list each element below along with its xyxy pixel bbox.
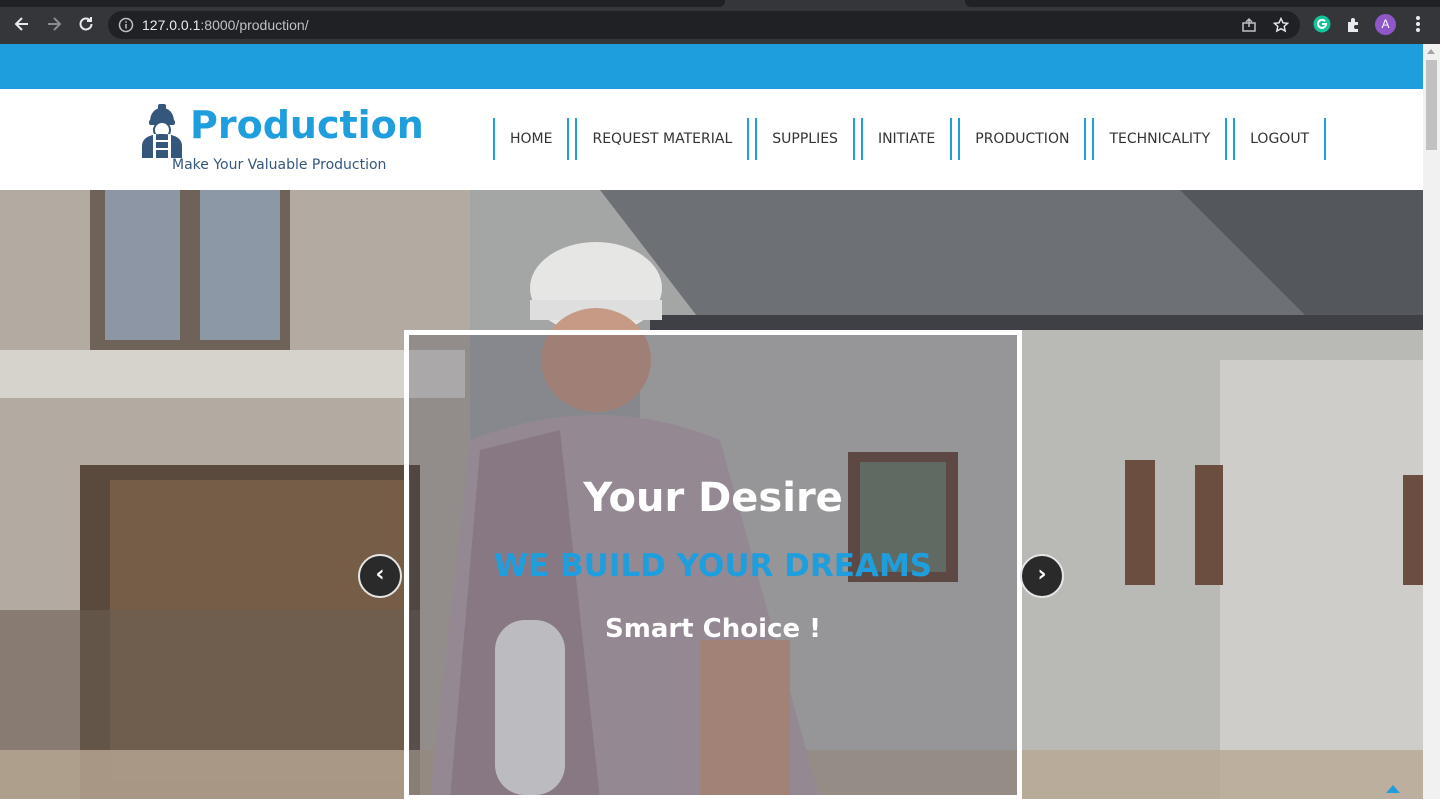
back-arrow-icon[interactable] bbox=[12, 14, 32, 34]
grammarly-icon[interactable] bbox=[1313, 15, 1331, 33]
profile-avatar[interactable]: A bbox=[1375, 14, 1396, 35]
reload-icon[interactable] bbox=[76, 14, 96, 34]
hero-carousel: Your Desire WE BUILD YOUR DREAMS Smart C… bbox=[0, 190, 1423, 799]
caption-box: Your Desire WE BUILD YOUR DREAMS Smart C… bbox=[404, 330, 1022, 799]
nav-technicality[interactable]: TECHNICALITY bbox=[1092, 118, 1228, 160]
worker-icon[interactable] bbox=[140, 102, 184, 158]
url-text[interactable]: 127.0.0.1:8000/production/ bbox=[142, 17, 309, 33]
star-icon[interactable] bbox=[1273, 17, 1289, 33]
share-icon[interactable] bbox=[1241, 17, 1257, 33]
main-nav: HOME REQUEST MATERIAL SUPPLIES INITIATE … bbox=[493, 117, 1332, 161]
hero-subtitle: WE BUILD YOUR DREAMS bbox=[493, 548, 933, 584]
nav-supplies[interactable]: SUPPLIES bbox=[755, 118, 855, 160]
page: Production Make Your Valuable Production… bbox=[0, 44, 1423, 799]
nav-home[interactable]: HOME bbox=[493, 118, 570, 160]
nav-request-material[interactable]: REQUEST MATERIAL bbox=[575, 118, 750, 160]
nav-logout[interactable]: LOGOUT bbox=[1233, 118, 1327, 160]
carousel-prev-button[interactable]: ‹ bbox=[358, 554, 402, 598]
page-scrollbar[interactable] bbox=[1423, 44, 1440, 799]
url-host: 127.0.0.1 bbox=[142, 17, 201, 33]
chevron-left-icon: ‹ bbox=[375, 562, 385, 587]
top-bar bbox=[0, 44, 1423, 89]
browser-toolbar: 127.0.0.1:8000/production/ A bbox=[0, 0, 1440, 44]
brand-title[interactable]: Production bbox=[190, 103, 424, 147]
address-bar[interactable]: 127.0.0.1:8000/production/ bbox=[108, 11, 1300, 39]
tab-strip-left bbox=[0, 0, 725, 7]
extensions-icon[interactable] bbox=[1345, 15, 1363, 33]
back-to-top-icon[interactable] bbox=[1386, 785, 1400, 793]
chevron-right-icon: › bbox=[1037, 562, 1047, 587]
brand-tagline: Make Your Valuable Production bbox=[172, 157, 387, 173]
site-header: Production Make Your Valuable Production… bbox=[0, 89, 1423, 190]
info-icon[interactable] bbox=[118, 17, 134, 33]
hero-title: Your Desire bbox=[583, 475, 843, 521]
menu-dots-icon[interactable] bbox=[1412, 14, 1424, 34]
url-path: :8000/production/ bbox=[200, 17, 309, 33]
nav-production[interactable]: PRODUCTION bbox=[958, 118, 1087, 160]
scroll-up-arrow-icon[interactable] bbox=[1427, 49, 1435, 54]
scrollbar-thumb[interactable] bbox=[1426, 60, 1437, 150]
nav-initiate[interactable]: INITIATE bbox=[860, 118, 953, 160]
tab-strip-right bbox=[965, 0, 1440, 7]
hero-note: Smart Choice ! bbox=[605, 614, 821, 644]
forward-arrow-icon[interactable] bbox=[44, 14, 64, 34]
carousel-next-button[interactable]: › bbox=[1020, 554, 1064, 598]
